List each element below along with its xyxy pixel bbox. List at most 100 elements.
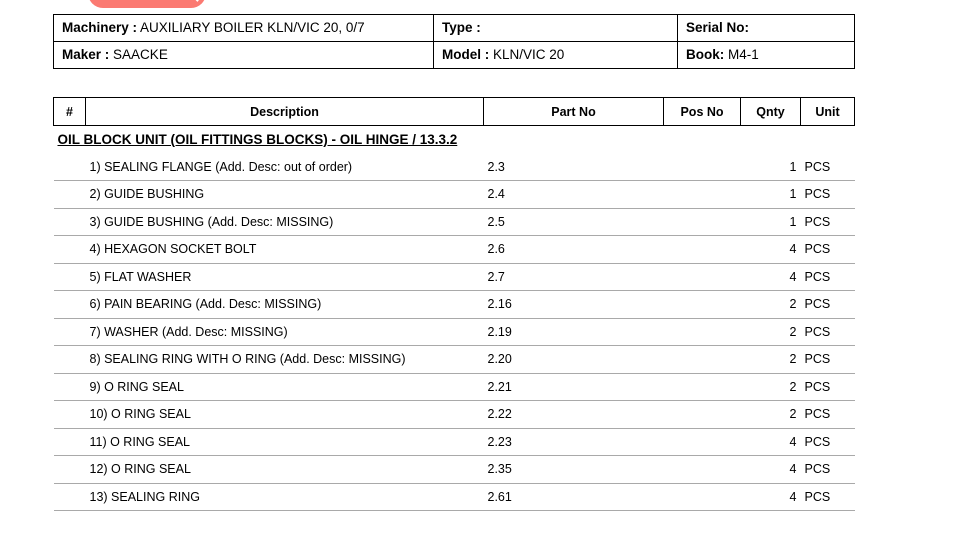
table-row[interactable]: 1) SEALING FLANGE (Add. Desc: out of ord… [53, 153, 855, 181]
row-unit-cell: PCS [800, 153, 855, 181]
row-unit-cell: PCS [800, 455, 855, 484]
row-pos-no-cell [663, 235, 741, 264]
table-row[interactable]: 8) SEALING RING WITH O RING (Add. Desc: … [53, 345, 855, 374]
info-cell-maker: Maker : SAACKE [53, 41, 434, 69]
parts-table-header-row: # Description Part No Pos No Qnty Unit [53, 97, 855, 126]
row-unit-cell: PCS [800, 208, 855, 236]
row-description-cell: 3) GUIDE BUSHING (Add. Desc: MISSING) [85, 208, 484, 236]
row-description-cell: 13) SEALING RING [85, 483, 484, 511]
info-cell-book: Book: M4-1 [677, 41, 855, 69]
info-label: Type : [442, 20, 481, 35]
row-qnty-cell: 4 [740, 428, 801, 456]
row-description-cell: 10) O RING SEAL [85, 400, 484, 429]
row-unit-cell: PCS [800, 373, 855, 401]
row-unit-cell: PCS [800, 263, 855, 291]
row-qnty-cell: 4 [740, 455, 801, 484]
row-pos-no-cell [663, 400, 741, 429]
row-part-no-cell: 2.21 [483, 373, 664, 401]
info-cell-machinery: Machinery : AUXILIARY BOILER KLN/VIC 20,… [53, 14, 434, 42]
section-title-cell: OIL BLOCK UNIT (OIL FITTINGS BLOCKS) - O… [54, 126, 855, 154]
column-header-pos-no[interactable]: Pos No [663, 97, 741, 126]
info-cell-model: Model : KLN/VIC 20 [433, 41, 678, 69]
row-qnty-cell: 2 [740, 318, 801, 346]
info-label: Maker : [62, 47, 110, 62]
table-row[interactable]: 5) FLAT WASHER 2.7 4 PCS [53, 263, 855, 291]
table-row[interactable]: 13) SEALING RING 2.61 4 PCS [53, 483, 855, 511]
row-number-cell [53, 318, 86, 346]
info-label: Serial No: [686, 20, 750, 35]
info-label: Machinery : [62, 20, 138, 35]
info-cell-type: Type : [433, 14, 678, 42]
row-qnty-cell: 2 [740, 373, 801, 401]
table-row[interactable]: 9) O RING SEAL 2.21 2 PCS [53, 373, 855, 401]
info-cell-serialno: Serial No: [677, 14, 855, 42]
row-description-cell: 11) O RING SEAL [85, 428, 484, 456]
column-header-description[interactable]: Description [85, 97, 484, 126]
row-part-no-cell: 2.19 [483, 318, 664, 346]
table-row[interactable]: 11) O RING SEAL 2.23 4 PCS [53, 428, 855, 456]
row-pos-no-cell [663, 153, 741, 181]
row-pos-no-cell [663, 263, 741, 291]
table-row[interactable]: 2) GUIDE BUSHING 2.4 1 PCS [53, 180, 855, 209]
row-part-no-cell: 2.23 [483, 428, 664, 456]
row-pos-no-cell [663, 455, 741, 484]
row-qnty-cell: 1 [740, 153, 801, 181]
row-number-cell [53, 400, 86, 429]
table-row[interactable]: 4) HEXAGON SOCKET BOLT 2.6 4 PCS [53, 235, 855, 264]
row-number-cell [53, 483, 86, 511]
info-label: Model : [442, 47, 490, 62]
table-row[interactable]: 3) GUIDE BUSHING (Add. Desc: MISSING) 2.5… [53, 208, 855, 236]
row-pos-no-cell [663, 428, 741, 456]
row-part-no-cell: 2.61 [483, 483, 664, 511]
row-qnty-cell: 2 [740, 290, 801, 319]
row-number-cell [53, 373, 86, 401]
row-description-cell: 6) PAIN BEARING (Add. Desc: MISSING) [85, 290, 484, 319]
info-value: AUXILIARY BOILER KLN/VIC 20, 0/7 [140, 20, 365, 35]
column-header-number[interactable]: # [53, 97, 86, 126]
row-description-cell: 9) O RING SEAL [85, 373, 484, 401]
row-unit-cell: PCS [800, 345, 855, 374]
top-floating-widget[interactable]: ● [88, 0, 206, 8]
table-row[interactable]: 10) O RING SEAL 2.22 2 PCS [53, 400, 855, 429]
row-number-cell [53, 235, 86, 264]
section-title-row: OIL BLOCK UNIT (OIL FITTINGS BLOCKS) - O… [54, 126, 855, 154]
row-part-no-cell: 2.20 [483, 345, 664, 374]
row-qnty-cell: 1 [740, 180, 801, 209]
row-number-cell [53, 208, 86, 236]
row-qnty-cell: 1 [740, 208, 801, 236]
row-description-cell: 5) FLAT WASHER [85, 263, 484, 291]
row-description-cell: 7) WASHER (Add. Desc: MISSING) [85, 318, 484, 346]
table-row[interactable]: 12) O RING SEAL 2.35 4 PCS [53, 455, 855, 484]
row-qnty-cell: 4 [740, 483, 801, 511]
row-unit-cell: PCS [800, 180, 855, 209]
table-row[interactable]: 6) PAIN BEARING (Add. Desc: MISSING) 2.16… [53, 290, 855, 319]
row-number-cell [53, 263, 86, 291]
row-number-cell [53, 153, 86, 181]
column-header-qnty[interactable]: Qnty [740, 97, 801, 126]
row-description-cell: 4) HEXAGON SOCKET BOLT [85, 235, 484, 264]
row-number-cell [53, 345, 86, 374]
info-value: SAACKE [113, 47, 168, 62]
row-unit-cell: PCS [800, 235, 855, 264]
column-header-part-no[interactable]: Part No [483, 97, 664, 126]
row-unit-cell: PCS [800, 483, 855, 511]
row-qnty-cell: 2 [740, 400, 801, 429]
row-pos-no-cell [663, 180, 741, 209]
row-part-no-cell: 2.5 [483, 208, 664, 236]
row-part-no-cell: 2.35 [483, 455, 664, 484]
row-pos-no-cell [663, 318, 741, 346]
row-qnty-cell: 4 [740, 263, 801, 291]
parts-list: # Description Part No Pos No Qnty Unit O… [53, 97, 855, 511]
row-description-cell: 8) SEALING RING WITH O RING (Add. Desc: … [85, 345, 484, 374]
row-part-no-cell: 2.3 [483, 153, 664, 181]
column-header-unit[interactable]: Unit [800, 97, 855, 126]
table-row[interactable]: 7) WASHER (Add. Desc: MISSING) 2.19 2 PCS [53, 318, 855, 346]
info-label: Book: [686, 47, 725, 62]
row-pos-no-cell [663, 483, 741, 511]
info-value: M4-1 [728, 47, 759, 62]
row-qnty-cell: 4 [740, 235, 801, 264]
row-unit-cell: PCS [800, 290, 855, 319]
row-description-cell: 12) O RING SEAL [85, 455, 484, 484]
row-pos-no-cell [663, 345, 741, 374]
row-unit-cell: PCS [800, 428, 855, 456]
